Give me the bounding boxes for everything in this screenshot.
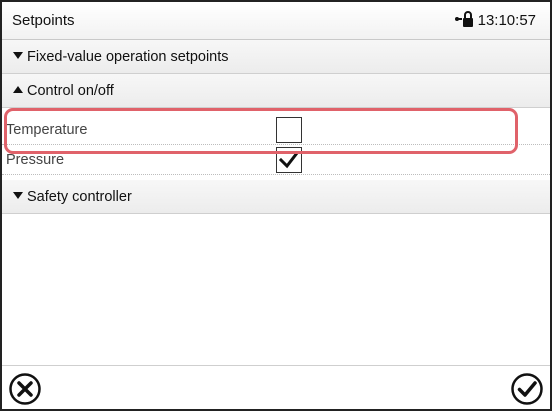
- footer-bar: [2, 365, 550, 409]
- pressure-checkbox[interactable]: [276, 147, 302, 173]
- header-bar: Setpoints 13:10:57: [2, 2, 550, 40]
- page-title: Setpoints: [12, 12, 75, 29]
- cancel-icon[interactable]: [8, 372, 42, 406]
- row-temperature: Temperature: [2, 115, 550, 145]
- chevron-down-icon: [13, 192, 23, 199]
- row-pressure: Pressure: [2, 145, 550, 175]
- lock-icon: [454, 11, 473, 27]
- chevron-up-icon: [13, 86, 23, 93]
- section-label: Safety controller: [27, 189, 132, 205]
- section-control-on-off[interactable]: Control on/off: [2, 74, 550, 108]
- chevron-down-icon: [13, 52, 23, 59]
- row-label: Temperature: [6, 122, 88, 138]
- section-safety-controller[interactable]: Safety controller: [2, 180, 550, 214]
- setpoints-screen: Setpoints 13:10:57 Fixed-value operation…: [0, 0, 552, 411]
- confirm-icon[interactable]: [510, 372, 544, 406]
- section-label: Control on/off: [27, 83, 114, 99]
- header-status: 13:10:57: [454, 11, 536, 29]
- temperature-checkbox[interactable]: [276, 117, 302, 143]
- row-label: Pressure: [6, 152, 65, 168]
- checkmark-icon: [278, 150, 300, 169]
- section-fixed-value-setpoints[interactable]: Fixed-value operation setpoints: [2, 40, 550, 74]
- clock-time: 13:10:57: [477, 11, 536, 29]
- section-label: Fixed-value operation setpoints: [27, 49, 229, 65]
